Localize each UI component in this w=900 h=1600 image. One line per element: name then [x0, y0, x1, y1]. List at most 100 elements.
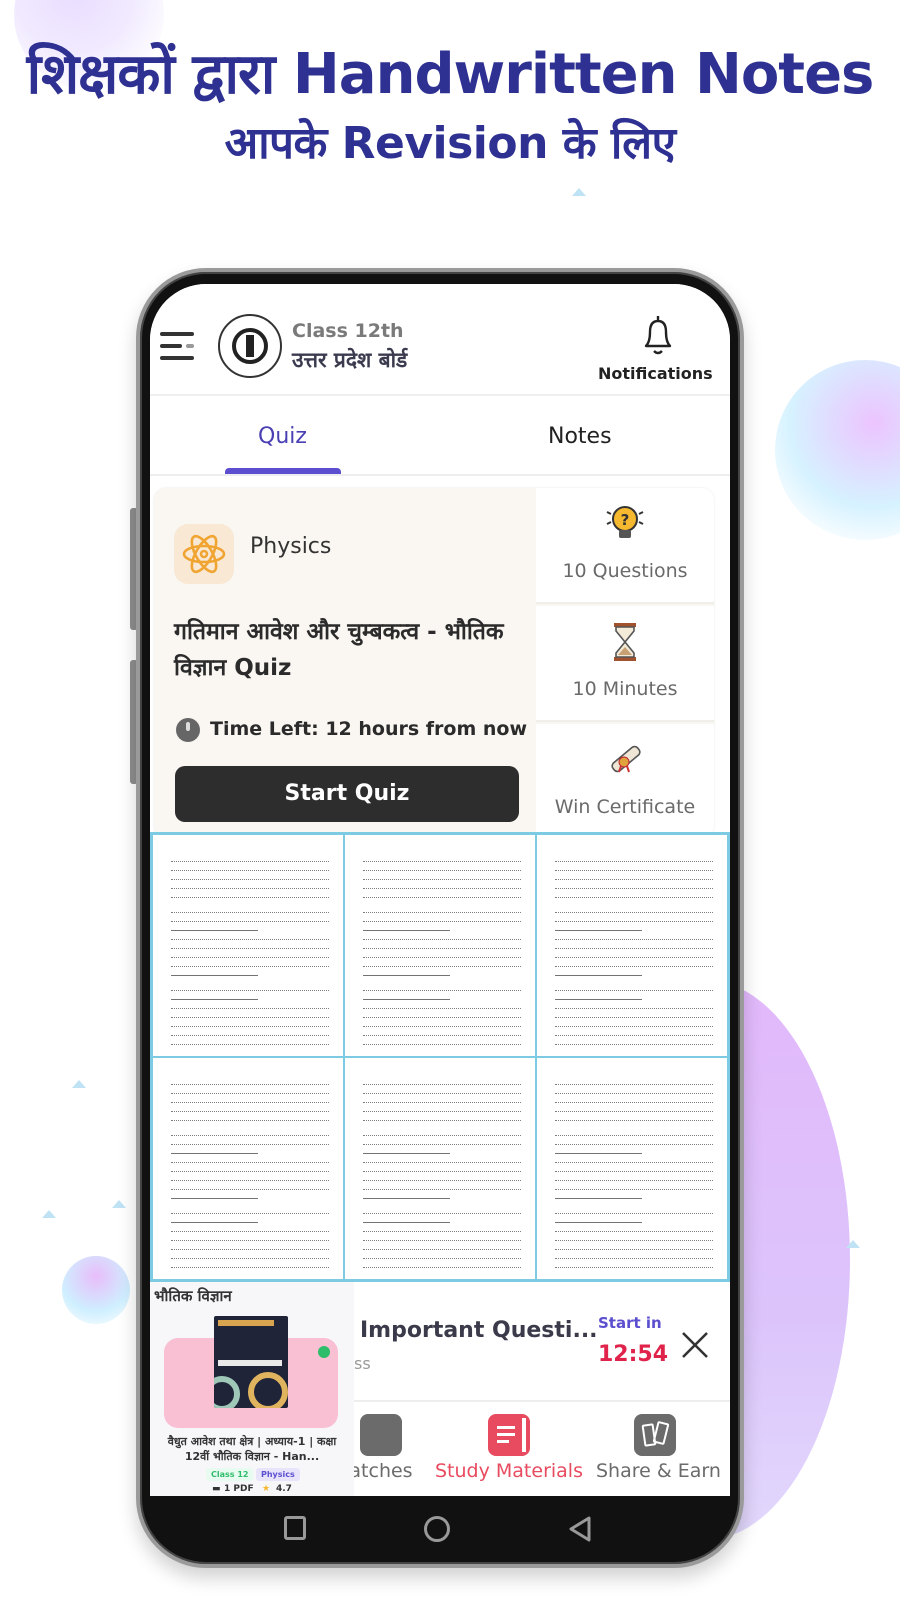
active-tab-indicator [225, 468, 341, 474]
notes-grid [150, 832, 730, 1282]
decorative-triangle [572, 188, 586, 196]
headline-line-1: शिक्षकों द्वारा Handwritten Notes [26, 42, 875, 107]
handwritten-line [363, 908, 521, 913]
handwritten-line [555, 1080, 713, 1085]
handwritten-line [555, 1098, 713, 1103]
bell-icon[interactable] [638, 312, 678, 358]
handwritten-line [171, 1089, 329, 1094]
handwritten-line [555, 1209, 713, 1214]
handwritten-line [171, 1227, 329, 1232]
handwritten-line [171, 1278, 329, 1279]
start-quiz-button[interactable]: Start Quiz [175, 766, 519, 822]
handwritten-line [363, 1089, 521, 1094]
decorative-triangle [112, 1200, 126, 1208]
app-header: Class 12th उत्तर प्रदेश बोर्ड Notificati… [150, 284, 730, 396]
batches-icon [360, 1414, 402, 1456]
handwritten-line [363, 1116, 521, 1121]
notes-preview-card[interactable]: भौतिक विज्ञान वैधुत आवेश तथा क्षेत्र | अ… [150, 1282, 354, 1496]
handwritten-line [555, 953, 713, 958]
handwritten-line [171, 962, 329, 967]
handwritten-line [171, 1080, 329, 1085]
tag-class: Class 12 [206, 1468, 254, 1481]
nav-study-materials[interactable]: Study Materials [434, 1414, 584, 1482]
handwritten-line [171, 1176, 329, 1181]
handwritten-line [363, 944, 521, 949]
handwritten-line [555, 866, 713, 871]
handwritten-line [555, 995, 642, 1000]
nav-share-earn[interactable]: Share & Earn [596, 1414, 721, 1482]
decorative-blob [775, 360, 900, 540]
handwritten-line [171, 1263, 329, 1268]
live-class-banner[interactable]: Important Questi... ss Start in 12:54 [354, 1284, 730, 1402]
handwritten-line [171, 908, 329, 913]
start-in-label: Start in [598, 1314, 662, 1332]
handwritten-line [171, 1158, 329, 1163]
handwritten-line [555, 1131, 713, 1136]
handwritten-notes-page[interactable] [536, 834, 728, 1057]
notifications-label[interactable]: Notifications [598, 364, 713, 383]
certificate-label: Win Certificate [554, 796, 696, 818]
handwritten-line [171, 1031, 329, 1036]
study-materials-icon [488, 1414, 530, 1456]
handwritten-line [555, 917, 713, 922]
timer-icon [176, 718, 200, 742]
handwritten-line [555, 1263, 713, 1268]
handwritten-line [171, 875, 329, 880]
handwritten-line [555, 1004, 713, 1009]
decorative-blob [62, 1256, 130, 1324]
headline-line-2: आपके Revision के लिए [224, 118, 676, 169]
tab-notes[interactable]: Notes [548, 424, 612, 449]
hamburger-menu-icon[interactable] [160, 332, 194, 360]
live-class-title: Important Questi... [360, 1318, 598, 1343]
handwritten-line [555, 944, 713, 949]
subject-label: Physics [250, 534, 332, 559]
handwritten-line [171, 1149, 258, 1154]
tab-quiz[interactable]: Quiz [258, 424, 307, 449]
nav-study-materials-label: Study Materials [435, 1460, 583, 1482]
handwritten-notes-page[interactable] [152, 1057, 344, 1280]
handwritten-line [363, 986, 521, 991]
countdown-timer: 12:54 [598, 1342, 669, 1367]
handwritten-line [555, 1278, 713, 1279]
handwritten-line [555, 1218, 642, 1223]
handwritten-line [171, 995, 258, 1000]
certificate-scroll-icon [611, 745, 641, 773]
handwritten-notes-page[interactable] [344, 1057, 536, 1280]
duration-label: 10 Minutes [572, 678, 678, 700]
quiz-card[interactable]: Physics गतिमान आवेश और चुम्बकत्व - भौतिक… [154, 488, 714, 838]
close-icon[interactable] [680, 1330, 710, 1360]
stat-questions: ? 10 Questions [536, 488, 714, 604]
handwritten-line [363, 1013, 521, 1018]
handwritten-line [363, 1131, 521, 1136]
handwritten-line [555, 935, 713, 940]
handwritten-line [363, 926, 450, 931]
handwritten-line [171, 1131, 329, 1136]
handwritten-notes-page[interactable] [344, 834, 536, 1057]
stat-certificate: Win Certificate [536, 724, 714, 838]
handwritten-line [363, 1098, 521, 1103]
handwritten-line [363, 962, 521, 967]
handwritten-line [555, 1158, 713, 1163]
home-button[interactable] [424, 1516, 450, 1542]
handwritten-line [363, 1140, 521, 1145]
handwritten-notes-page[interactable] [536, 1057, 728, 1280]
handwritten-notes-page[interactable] [152, 834, 344, 1057]
questions-count: 10 Questions [562, 560, 688, 582]
handwritten-line [555, 1107, 713, 1112]
handwritten-line [555, 1116, 713, 1121]
handwritten-line [363, 866, 521, 871]
handwritten-line [171, 1194, 258, 1199]
lightbulb-question-icon: ? [606, 506, 644, 538]
handwritten-line [171, 1098, 329, 1103]
pdf-icon: ▬ [212, 1484, 221, 1494]
decorative-triangle [72, 1080, 86, 1088]
handwritten-line [171, 1167, 329, 1172]
handwritten-line [363, 1278, 521, 1279]
handwritten-line [363, 1218, 450, 1223]
tag-subject: Physics [256, 1468, 300, 1481]
recents-button[interactable] [284, 1516, 306, 1540]
back-button[interactable] [568, 1516, 592, 1542]
handwritten-line [171, 884, 329, 889]
handwritten-line [555, 971, 642, 976]
handwritten-line [555, 857, 713, 862]
